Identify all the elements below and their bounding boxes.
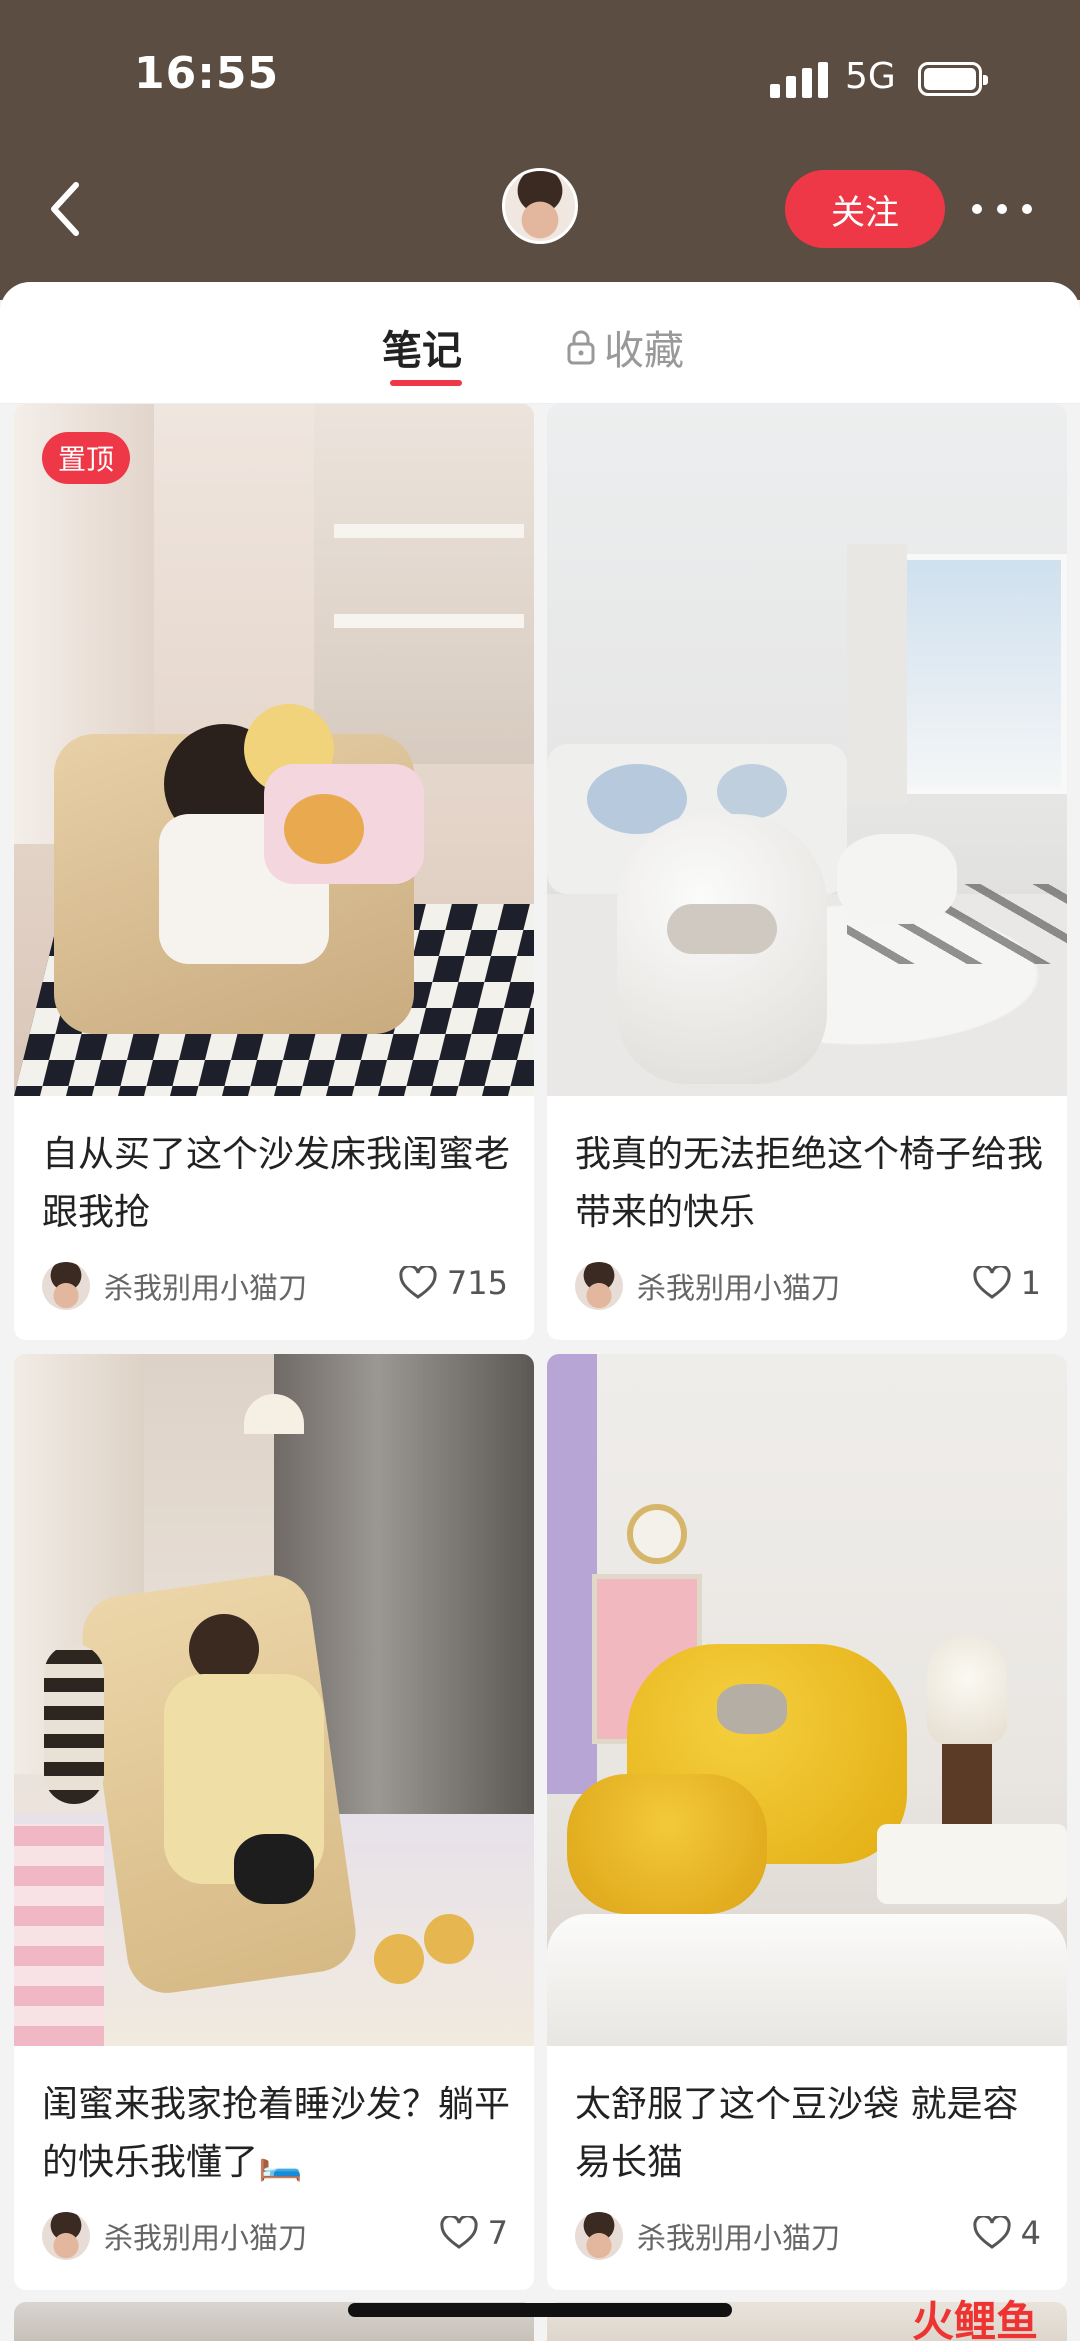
home-indicator[interactable] — [348, 2303, 732, 2317]
note-card[interactable]: 置顶 自从买了这个沙发床我闺蜜老跟我抢 杀我别用小猫刀 715 — [14, 404, 534, 1340]
note-card[interactable]: 太舒服了这个豆沙袋 就是容易长猫 杀我别用小猫刀 4 — [547, 1354, 1067, 2290]
author-name: 杀我别用小猫刀 — [104, 2221, 308, 2255]
author-avatar — [575, 1262, 623, 1310]
tab-collections[interactable]: 收藏 — [566, 318, 684, 376]
profile-avatar[interactable] — [502, 168, 578, 244]
network-label: 5G — [845, 56, 896, 97]
heart-icon — [440, 2216, 478, 2249]
tab-bar: 笔记 收藏 — [0, 282, 1080, 404]
pinned-badge: 置顶 — [42, 432, 131, 484]
heart-icon — [973, 2216, 1011, 2249]
like-button[interactable]: 1 — [973, 1264, 1041, 1302]
author-avatar — [42, 2212, 90, 2260]
author-avatar — [575, 2212, 623, 2260]
note-cover-image — [547, 404, 1067, 1096]
note-title: 自从买了这个沙发床我闺蜜老跟我抢 — [42, 1134, 511, 1233]
like-count: 7 — [487, 2214, 508, 2252]
note-title: 闺蜜来我家抢着睡沙发？躺平的快乐我懂了🛏️ — [42, 2084, 511, 2183]
like-count: 4 — [1020, 2214, 1041, 2252]
signal-icon — [770, 62, 828, 98]
note-author[interactable]: 杀我别用小猫刀 — [42, 1262, 307, 1310]
battery-icon — [918, 62, 988, 96]
author-avatar — [42, 1262, 90, 1310]
like-count: 1 — [1020, 1264, 1041, 1302]
watermark-logo: 火鲤鱼 — [912, 2297, 1039, 2341]
note-cover-image — [547, 1354, 1067, 2046]
note-cover-image — [14, 404, 534, 1096]
note-card[interactable]: 闺蜜来我家抢着睡沙发？躺平的快乐我懂了🛏️ 杀我别用小猫刀 7 — [14, 1354, 534, 2290]
like-button[interactable]: 715 — [399, 1264, 508, 1302]
note-title: 我真的无法拒绝这个椅子给我带来的快乐 — [575, 1134, 1044, 1233]
tab-collections-label: 收藏 — [604, 328, 684, 374]
author-name: 杀我别用小猫刀 — [637, 2221, 841, 2255]
back-button[interactable] — [40, 172, 90, 246]
active-tab-indicator — [390, 380, 462, 386]
note-cover-image — [14, 1354, 534, 2046]
lock-icon — [567, 330, 595, 365]
follow-button[interactable]: 关注 — [785, 170, 945, 248]
more-icon[interactable] — [972, 196, 1032, 222]
note-title: 太舒服了这个豆沙袋 就是容易长猫 — [575, 2084, 1019, 2183]
tab-notes[interactable]: 笔记 — [382, 318, 462, 376]
back-icon — [51, 182, 79, 236]
status-time: 16:55 — [134, 48, 280, 99]
author-name: 杀我别用小猫刀 — [104, 1271, 308, 1305]
heart-icon — [399, 1266, 437, 1299]
profile-header: 16:55 5G 关注 — [0, 0, 1080, 300]
author-name: 杀我别用小猫刀 — [637, 1271, 841, 1305]
like-count: 715 — [446, 1264, 508, 1302]
heart-icon — [973, 1266, 1011, 1299]
note-author[interactable]: 杀我别用小猫刀 — [575, 1262, 840, 1310]
note-author[interactable]: 杀我别用小猫刀 — [575, 2212, 840, 2260]
note-author[interactable]: 杀我别用小猫刀 — [42, 2212, 307, 2260]
like-button[interactable]: 7 — [440, 2214, 508, 2252]
note-card[interactable]: 我真的无法拒绝这个椅子给我带来的快乐 杀我别用小猫刀 1 — [547, 404, 1067, 1340]
like-button[interactable]: 4 — [973, 2214, 1041, 2252]
